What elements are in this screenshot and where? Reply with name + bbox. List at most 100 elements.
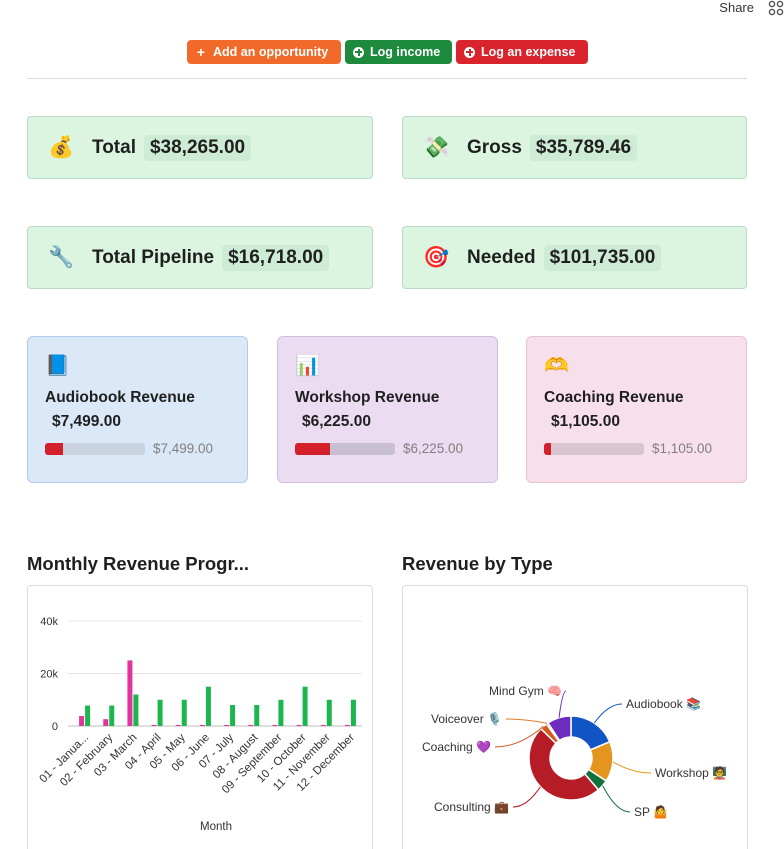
progress-fill: [45, 442, 63, 455]
slice-label: Voiceover 🎙️: [431, 712, 502, 726]
bar[interactable]: [79, 716, 85, 726]
progress-row: $1,105.00: [544, 441, 730, 456]
needed-callout: 🎯 Needed $101,735.00: [402, 226, 747, 289]
progress-bar: [295, 442, 395, 455]
add-opportunity-label: Add an opportunity: [213, 45, 329, 59]
leader-line: [602, 785, 631, 813]
plus-circle-icon: [353, 46, 364, 58]
revenue-by-type-chart[interactable]: Audiobook 📚 Workshop 🧑‍🏫 SP 🤷 Consulting 💼 C…: [402, 585, 748, 849]
workshop-revenue-card[interactable]: 📊 Workshop Revenue $6,225.00 $6,225.00: [277, 336, 498, 483]
action-buttons: + Add an opportunity Log income Log an e…: [187, 40, 588, 64]
audiobook-revenue-card[interactable]: 📘 Audiobook Revenue $7,499.00 $7,499.00: [27, 336, 248, 483]
bar[interactable]: [199, 724, 205, 726]
slice-label: Mind Gym 🧠: [489, 684, 562, 698]
log-expense-label: Log an expense: [481, 45, 576, 59]
monthly-revenue-chart[interactable]: 0 20k 40k 01 - Janua... 02 - February 03 - Ma…: [27, 585, 373, 849]
speaker-book-icon: 📘: [45, 355, 70, 377]
bar[interactable]: [296, 724, 302, 726]
needed-label: Needed: [467, 246, 536, 268]
log-income-label: Log income: [370, 45, 441, 59]
bar[interactable]: [254, 705, 260, 726]
card-title: Workshop Revenue: [295, 389, 440, 406]
plus-icon: +: [196, 44, 206, 60]
top-bar: Share: [684, 0, 784, 16]
pipeline-label: Total Pipeline: [92, 246, 215, 268]
bar[interactable]: [205, 686, 211, 726]
card-title: Audiobook Revenue: [45, 389, 195, 406]
presentation-icon: 📊: [295, 355, 320, 377]
total-value: $38,265.00: [143, 134, 252, 161]
leader-line: [512, 786, 541, 808]
leader-line: [593, 703, 623, 724]
x-axis-label: Month: [200, 821, 232, 833]
leader-line: [612, 761, 652, 774]
donut-chart-svg: Audiobook 📚 Workshop 🧑‍🏫 SP 🤷 Consulting 💼 C…: [422, 684, 727, 819]
slice-label: Consulting 💼: [434, 800, 509, 814]
log-income-button[interactable]: Log income: [345, 40, 452, 64]
progress-bar: [544, 442, 644, 455]
leader-line: [505, 718, 548, 724]
bar[interactable]: [344, 724, 350, 726]
plus-circle-icon: [464, 46, 475, 58]
money-bag-icon: 💰: [48, 135, 75, 159]
bar[interactable]: [278, 699, 284, 726]
progress-label: $1,105.00: [652, 441, 713, 456]
add-opportunity-button[interactable]: + Add an opportunity: [187, 40, 341, 64]
bar[interactable]: [248, 724, 254, 726]
money-wings-icon: 💸: [423, 135, 450, 159]
card-title: Coaching Revenue: [544, 389, 684, 406]
total-label: Total: [92, 136, 136, 158]
gross-label: Gross: [467, 136, 522, 158]
y-tick-label: 40k: [40, 616, 58, 628]
needed-value: $101,735.00: [543, 244, 662, 271]
progress-fill: [295, 442, 330, 455]
progress-label: $6,225.00: [403, 441, 464, 456]
gross-callout: 💸 Gross $35,789.46: [402, 116, 747, 179]
bar[interactable]: [103, 719, 109, 726]
pipe-icon: 🔧: [48, 245, 75, 269]
bar[interactable]: [181, 699, 187, 726]
bar[interactable]: [224, 724, 230, 726]
slice-label: Workshop 🧑‍🏫: [655, 765, 727, 780]
y-tick-label: 0: [52, 721, 58, 733]
bar-chart-svg: 020k40k01 - Janua...02 - February03 - Ma…: [38, 616, 362, 833]
progress-row: $6,225.00: [295, 441, 481, 456]
bar[interactable]: [175, 724, 181, 726]
slice-label: Audiobook 📚: [626, 697, 701, 711]
progress-bar: [45, 442, 145, 455]
total-callout: 💰 Total $38,265.00: [27, 116, 373, 179]
coaching-revenue-card[interactable]: 🫶 Coaching Revenue $1,105.00 $1,105.00: [526, 336, 747, 483]
y-tick-label: 20k: [40, 669, 58, 681]
slice-label: SP 🤷: [634, 804, 668, 819]
bar[interactable]: [127, 660, 133, 726]
bar[interactable]: [151, 724, 157, 726]
progress-label: $7,499.00: [153, 441, 214, 456]
bar[interactable]: [157, 699, 163, 726]
card-amount: $1,105.00: [551, 413, 620, 430]
divider: [27, 78, 747, 79]
bar[interactable]: [133, 694, 139, 726]
bar[interactable]: [272, 724, 278, 726]
bar[interactable]: [85, 705, 91, 726]
slice-label: Coaching 💜: [422, 740, 491, 754]
progress-fill: [544, 442, 551, 455]
card-amount: $6,225.00: [302, 413, 371, 430]
monthly-revenue-title: Monthly Revenue Progr...: [27, 553, 250, 574]
bar[interactable]: [230, 705, 236, 726]
bar[interactable]: [320, 724, 326, 726]
share-button[interactable]: Share: [719, 0, 754, 15]
pipeline-value: $16,718.00: [222, 244, 330, 271]
card-amount: $7,499.00: [52, 413, 121, 430]
target-icon: 🎯: [423, 245, 450, 269]
pipeline-callout: 🔧 Total Pipeline $16,718.00: [27, 226, 373, 289]
bar[interactable]: [350, 699, 356, 726]
apps-grid-icon[interactable]: [768, 0, 784, 16]
revenue-by-type-title: Revenue by Type: [402, 553, 553, 574]
heart-hands-icon: 🫶: [544, 355, 569, 377]
bar[interactable]: [109, 705, 115, 726]
progress-row: $7,499.00: [45, 441, 231, 456]
gross-value: $35,789.46: [529, 134, 638, 161]
bar[interactable]: [326, 699, 332, 726]
log-expense-button[interactable]: Log an expense: [456, 40, 588, 64]
bar[interactable]: [302, 686, 308, 726]
